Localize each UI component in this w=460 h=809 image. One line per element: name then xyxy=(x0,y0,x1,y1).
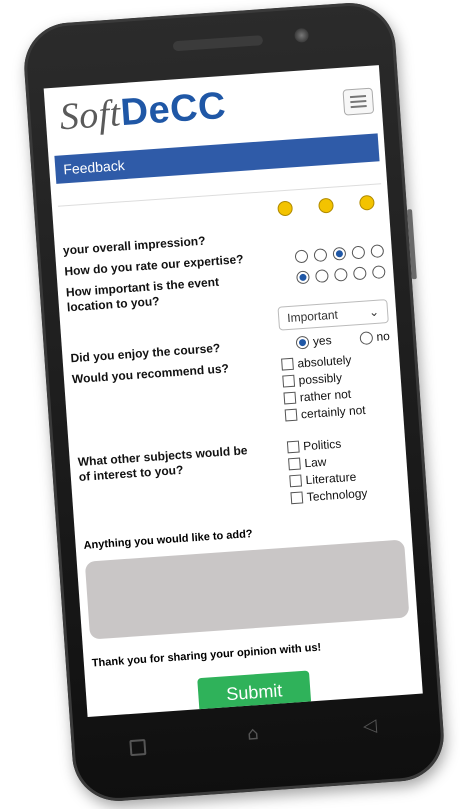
enjoy-radio-group: yes no xyxy=(295,329,390,350)
hamburger-icon xyxy=(349,95,367,99)
checkbox[interactable] xyxy=(284,408,298,422)
enjoy-no-radio[interactable] xyxy=(359,330,373,345)
location-radio-4[interactable] xyxy=(352,266,367,281)
location-radio-group xyxy=(296,265,386,285)
location-select-value: Important xyxy=(286,307,339,326)
brand-decc: DeCC xyxy=(119,84,228,135)
location-importance-select[interactable]: Important ⌄ xyxy=(277,299,389,331)
brand-soft: Soft xyxy=(58,92,123,139)
checkbox[interactable] xyxy=(290,491,304,505)
enjoy-yes-option[interactable]: yes xyxy=(295,333,333,350)
home-icon[interactable]: ⌂ xyxy=(246,723,259,745)
location-radio-1[interactable] xyxy=(296,270,310,285)
question-location-label: How important is the event location to y… xyxy=(65,274,220,315)
question-recommend-label: Would you recommend us? xyxy=(71,361,230,387)
enjoy-yes-radio[interactable] xyxy=(295,335,310,350)
subjects-checkbox-group: Politics Law Literature Technology xyxy=(286,433,401,506)
enjoy-yes-label: yes xyxy=(312,333,333,349)
recommend-checkbox-group: absolutely possibly rather not certainly… xyxy=(281,350,395,423)
submit-button[interactable]: Submit xyxy=(197,670,312,715)
expertise-radio-5[interactable] xyxy=(370,244,385,259)
comments-textarea[interactable] xyxy=(84,539,410,640)
expertise-radio-2[interactable] xyxy=(313,248,328,263)
checkbox[interactable] xyxy=(283,391,297,405)
question-overall-label: your overall impression? xyxy=(62,233,206,258)
expertise-radio-1[interactable] xyxy=(294,249,309,264)
happy-smiley-icon xyxy=(277,200,294,217)
location-radio-3[interactable] xyxy=(333,267,348,282)
phone-screen: SoftDeCC Feedback your overall impressio… xyxy=(43,65,423,717)
checkbox[interactable] xyxy=(286,440,300,454)
checkbox[interactable] xyxy=(282,374,296,388)
expertise-radio-4[interactable] xyxy=(351,245,366,260)
location-radio-5[interactable] xyxy=(371,265,386,280)
question-subjects: What other subjects would be of interest… xyxy=(77,433,401,520)
enjoy-no-option[interactable]: no xyxy=(359,329,390,345)
checkbox[interactable] xyxy=(289,474,303,488)
checkbox[interactable] xyxy=(281,357,294,371)
feedback-form: your overall impression? How do you rate… xyxy=(52,184,423,717)
recent-apps-icon[interactable] xyxy=(129,739,147,757)
expertise-radio-3[interactable] xyxy=(332,246,347,261)
back-icon[interactable]: ◁ xyxy=(362,715,377,737)
enjoy-no-label: no xyxy=(375,328,391,344)
question-subjects-label: What other subjects would be of interest… xyxy=(77,443,248,484)
hamburger-menu-button[interactable] xyxy=(342,87,375,116)
expertise-radio-group xyxy=(294,244,385,264)
brand-logo: SoftDeCC xyxy=(58,84,227,140)
smartphone: SoftDeCC Feedback your overall impressio… xyxy=(21,0,447,805)
sad-smiley-icon xyxy=(358,194,375,211)
question-recommend: Would you recommend us? absolutely possi… xyxy=(72,350,396,437)
speaker-grille xyxy=(172,35,264,52)
neutral-smiley-icon xyxy=(318,197,335,214)
thank-you-text: Thank you for sharing your opinion with … xyxy=(91,641,322,670)
chevron-down-icon: ⌄ xyxy=(368,304,380,320)
side-button[interactable] xyxy=(406,209,417,280)
checkbox[interactable] xyxy=(288,457,301,471)
android-nav-bar: ⌂ ◁ xyxy=(70,704,445,780)
front-camera xyxy=(294,27,310,43)
location-radio-2[interactable] xyxy=(314,269,329,283)
